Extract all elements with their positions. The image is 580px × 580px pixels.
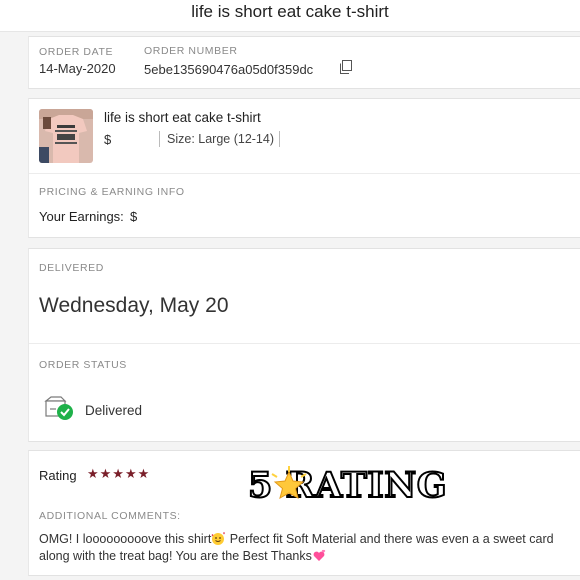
order-number-value: 5ebe135690476a05d0f359dc — [144, 62, 314, 77]
item-title[interactable]: life is short eat cake t-shirt — [104, 110, 261, 125]
item-price: $ — [104, 132, 112, 147]
item-card: life is short eat cake t-shirt $ Size: L… — [28, 98, 580, 238]
order-date-value: 14-May-2020 — [39, 61, 116, 76]
rating-stars: ★★★★★ — [87, 466, 151, 481]
earnings-value: $ — [130, 209, 138, 224]
delivery-date: Wednesday, May 20 — [39, 294, 229, 317]
delivery-card: DELIVERED Wednesday, May 20 ORDER STATUS… — [28, 248, 580, 442]
top-bar: life is short eat cake t-shirt — [0, 0, 580, 32]
item-size: Size: Large (12-14) — [167, 132, 275, 146]
earnings-label: Your Earnings: — [39, 209, 124, 224]
order-info-card: ORDER DATE 14-May-2020 ORDER NUMBER 5ebe… — [28, 36, 580, 89]
comment-text: OMG! I looooooooove this shirt Perfect f… — [39, 531, 579, 565]
page-title: life is short eat cake t-shirt — [191, 2, 389, 21]
comment-text-part1: OMG! I looooooooove this shirt — [39, 532, 212, 546]
section-divider — [29, 343, 580, 344]
glowing-star-icon — [270, 466, 308, 504]
order-status-text: Delivered — [85, 403, 143, 418]
two-hearts-icon — [312, 549, 327, 562]
product-thumbnail[interactable] — [39, 109, 93, 163]
divider — [159, 131, 160, 147]
rating-label: Rating — [39, 468, 77, 483]
delivered-box-check-icon — [43, 395, 75, 421]
order-date-label: ORDER DATE — [39, 46, 114, 58]
pricing-section-label: PRICING & EARNING INFO — [39, 186, 185, 198]
rating-card: Rating ★★★★★ 5 RATING ADDITIONAL COMMENT… — [28, 450, 580, 576]
section-divider — [29, 173, 580, 174]
smiling-face-with-hearts-icon — [211, 532, 226, 545]
additional-comments-label: ADDITIONAL COMMENTS: — [39, 510, 181, 522]
delivered-section-label: DELIVERED — [39, 262, 104, 274]
divider — [279, 131, 280, 147]
copy-icon[interactable] — [338, 59, 354, 75]
order-number-label: ORDER NUMBER — [144, 45, 238, 57]
order-status-label: ORDER STATUS — [39, 359, 127, 371]
